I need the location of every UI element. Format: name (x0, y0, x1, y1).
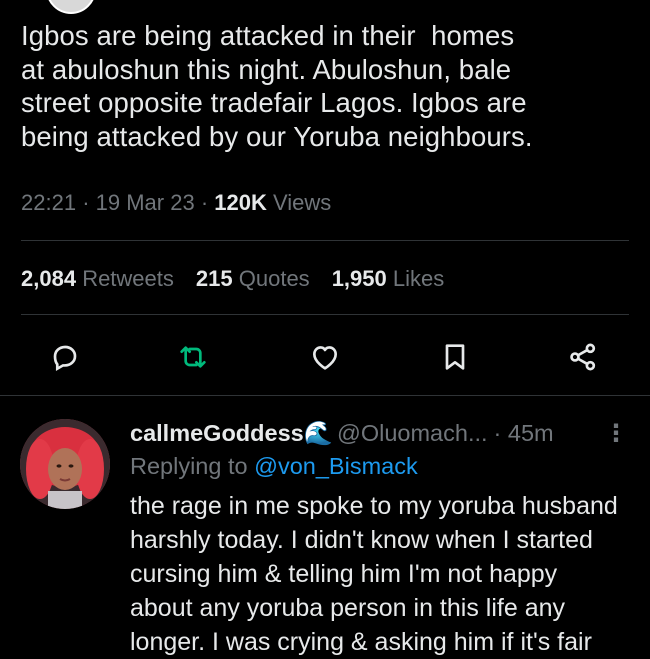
divider (0, 395, 650, 396)
retweet-button[interactable] (173, 337, 213, 377)
reply-display-name[interactable]: callmeGoddess (130, 420, 304, 447)
share-button[interactable] (563, 337, 603, 377)
reply-text-line: the rage in me spoke to my yoruba husban… (130, 492, 618, 520)
reply-text-line: harshly today. I didn't know when I star… (130, 526, 593, 554)
reply-handle[interactable]: @Oluomach... (337, 420, 488, 447)
retweets-stat[interactable]: 2,084 Retweets (21, 266, 174, 292)
retweet-icon (180, 346, 206, 368)
tweet-meta: 22:21 · 19 Mar 23 · 120K Views (21, 190, 331, 216)
reply-text-line: longer. I was crying & asking him if it'… (130, 628, 592, 656)
author-avatar[interactable] (46, 0, 96, 14)
action-bar (0, 337, 650, 377)
views-count[interactable]: 120K (214, 190, 267, 215)
profile-photo (20, 419, 110, 509)
views-label[interactable]: Views (273, 190, 331, 215)
like-button[interactable] (305, 337, 345, 377)
meta-separator: · (200, 190, 215, 215)
share-icon (570, 343, 596, 371)
reply-avatar[interactable] (20, 419, 110, 509)
divider (21, 240, 629, 241)
divider (21, 314, 629, 315)
like-icon (313, 346, 337, 370)
tweet-time[interactable]: 22:21 (21, 190, 76, 215)
reply-text-line: cursing him & telling him I'm not happy (130, 560, 558, 588)
more-options-icon[interactable]: ⋮ (604, 419, 628, 448)
quotes-stat[interactable]: 215 Quotes (196, 266, 310, 292)
wave-emoji-icon: 🌊 (303, 420, 333, 446)
tweet-date[interactable]: 19 Mar 23 (96, 190, 195, 215)
reply-header: callmeGoddess 🌊 @Oluomach... · 45m (130, 419, 640, 447)
reply-text-line: about any yoruba person in this life any (130, 594, 565, 622)
reply-text: the rage in me spoke to my yoruba husban… (130, 489, 640, 659)
engagement-stats: 2,084 Retweets 215 Quotes 1,950 Likes (21, 266, 444, 292)
replying-to: Replying to @von_Bismack (130, 453, 418, 479)
reply-button[interactable] (45, 337, 85, 377)
bookmark-button[interactable] (435, 337, 475, 377)
replying-mention[interactable]: @von_Bismack (254, 453, 418, 479)
bookmark-icon (445, 344, 465, 370)
meta-separator: · (82, 190, 96, 215)
tweet-text: Igbos are being attacked in their homes … (21, 20, 533, 152)
reply-icon (53, 345, 77, 372)
likes-stat[interactable]: 1,950 Likes (332, 266, 445, 292)
reply-time[interactable]: · 45m (494, 420, 554, 447)
